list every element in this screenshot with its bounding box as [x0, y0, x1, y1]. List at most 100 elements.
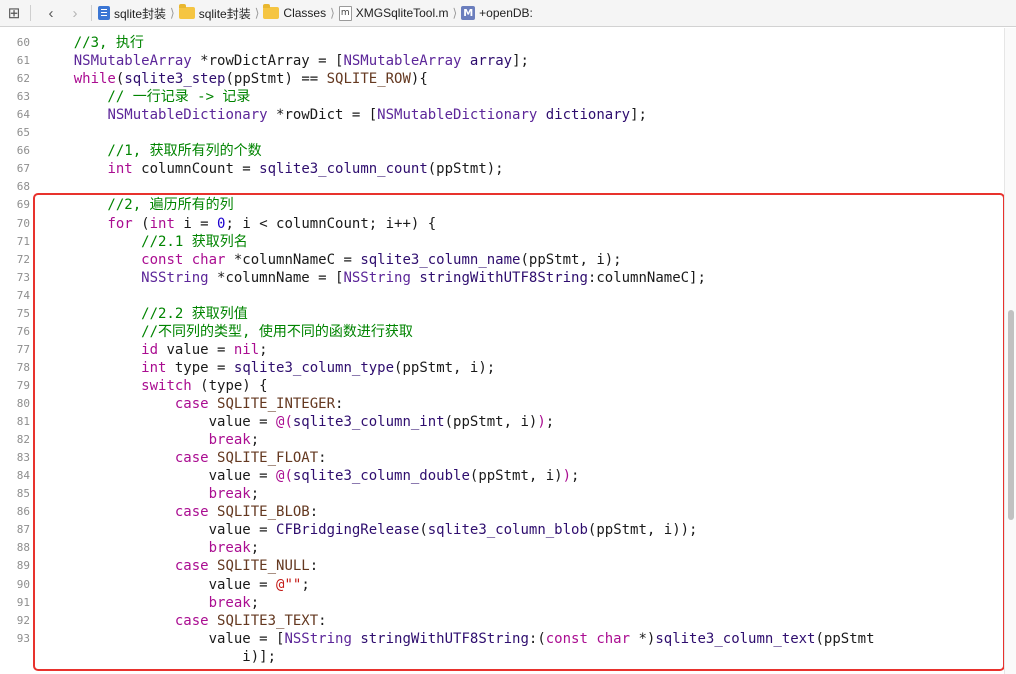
code-token: sqlite3_column_name: [360, 251, 521, 268]
code-line[interactable]: value = @(sqlite3_column_double(ppStmt, …: [40, 467, 580, 485]
code-token: sqlite3_column_type: [233, 359, 395, 376]
code-token: break: [208, 540, 251, 557]
code-token: :(: [528, 630, 546, 647]
objc-file-icon: m: [338, 5, 352, 21]
code-token: NSMutableArray: [343, 53, 462, 70]
code-line[interactable]: id value = nil;: [40, 341, 267, 359]
code-line[interactable]: value = [NSString stringWithUTF8String:(…: [40, 630, 875, 648]
code-token: (ppStmt, i): [444, 414, 538, 431]
code-token: ; i < columnCount; i++) {: [225, 215, 437, 232]
code-token: CFBridgingRelease: [276, 522, 420, 539]
code-line[interactable]: break;: [40, 594, 260, 612]
code-line[interactable]: //2, 遍历所有的列: [40, 196, 233, 214]
code-line[interactable]: case SQLITE_NULL:: [40, 557, 318, 575]
code-token: dictionary: [545, 107, 631, 124]
code-token: //1, 获取所有列的个数: [40, 143, 262, 160]
code-line[interactable]: value = @(sqlite3_column_int(ppStmt, i))…: [40, 413, 555, 431]
code-token: stringWithUTF8String: [360, 630, 529, 647]
breadcrumb-project[interactable]: sqlite封装: [98, 5, 166, 22]
code-line[interactable]: break;: [40, 539, 260, 557]
line-number: 71: [16, 234, 30, 248]
line-number: 92: [16, 613, 30, 627]
back-chevron-icon[interactable]: ‹: [41, 3, 61, 23]
line-number: 90: [16, 577, 30, 591]
code-line[interactable]: int type = sqlite3_column_type(ppStmt, i…: [40, 359, 495, 377]
jump-bar-divider: [30, 5, 31, 21]
code-line[interactable]: const char *columnNameC = sqlite3_column…: [40, 251, 621, 269]
code-line[interactable]: //1, 获取所有列的个数: [40, 142, 262, 160]
code-line[interactable]: case SQLITE_INTEGER:: [40, 395, 344, 413]
vertical-scrollbar[interactable]: [1004, 28, 1016, 674]
code-token: int: [107, 161, 133, 178]
code-line[interactable]: NSString *columnName = [NSString stringW…: [40, 269, 706, 287]
code-token: *columnNameC =: [225, 251, 361, 268]
code-token: ];: [512, 53, 529, 70]
line-number: 77: [16, 342, 30, 356]
code-token: columnCount =: [132, 161, 260, 178]
code-token: sqlite3_column_count: [259, 161, 428, 178]
code-token: (ppStmt);: [427, 161, 504, 178]
code-line[interactable]: value = @"";: [40, 576, 310, 594]
code-line[interactable]: switch (type) {: [40, 377, 268, 395]
code-token: SQLITE_ROW: [326, 71, 411, 88]
code-token: int: [149, 215, 175, 232]
line-number: 89: [16, 559, 30, 573]
code-line[interactable]: case SQLITE_FLOAT:: [40, 449, 327, 467]
code-line[interactable]: NSMutableDictionary *rowDict = [NSMutabl…: [40, 106, 646, 124]
forward-chevron-icon[interactable]: ›: [65, 3, 85, 23]
code-token: (: [132, 215, 150, 232]
code-token: type =: [166, 359, 234, 376]
code-area[interactable]: //3, 执行 NSMutableArray *rowDictArray = […: [40, 28, 1004, 674]
code-line[interactable]: break;: [40, 485, 260, 503]
line-number: 62: [16, 72, 30, 86]
code-token: :: [309, 504, 319, 521]
code-token: value =: [40, 576, 277, 593]
source-editor[interactable]: 60 61 62 63 64 65 66 67 68 69 70 71 72 73 74 75 76 77 78 79…: [0, 28, 1004, 674]
related-items-grid-icon[interactable]: ⊞: [4, 3, 24, 23]
code-token: value =: [40, 522, 277, 539]
code-line[interactable]: for (int i = 0; i < columnCount; i++) {: [40, 215, 436, 233]
code-line[interactable]: while(sqlite3_step(ppStmt) == SQLITE_ROW…: [40, 70, 428, 88]
code-line[interactable]: //不同列的类型, 使用不同的函数进行获取: [40, 323, 413, 341]
scrollbar-thumb[interactable]: [1008, 310, 1014, 520]
line-number: 61: [16, 54, 30, 68]
breadcrumb-group[interactable]: sqlite封装: [178, 4, 251, 22]
code-line[interactable]: case SQLITE3_TEXT:: [40, 612, 327, 630]
code-line[interactable]: case SQLITE_BLOB:: [40, 503, 318, 521]
code-token: :: [309, 558, 319, 575]
code-token: //3, 执行: [40, 35, 144, 51]
code-line[interactable]: NSMutableArray *rowDictArray = [NSMutabl…: [40, 52, 529, 70]
code-token: const char: [545, 630, 631, 647]
code-line[interactable]: break;: [40, 431, 260, 449]
breadcrumb-label: +openDB:: [479, 6, 533, 20]
code-line[interactable]: value = CFBridgingRelease(sqlite3_column…: [40, 521, 698, 539]
line-number: 69: [16, 198, 30, 212]
folder-icon: [178, 4, 195, 19]
code-line[interactable]: //2.2 获取列值: [40, 305, 248, 323]
code-token: (type) {: [191, 377, 268, 394]
code-line[interactable]: //3, 执行: [40, 34, 144, 52]
code-token: sqlite3_column_double: [292, 468, 470, 485]
line-number: 82: [16, 433, 30, 447]
breadcrumb-method[interactable]: M +openDB:: [461, 6, 533, 20]
code-token: :: [318, 450, 327, 467]
code-token: SQLITE_INTEGER: [217, 396, 336, 412]
code-line[interactable]: // 一行记录 -> 记录: [40, 88, 250, 106]
breadcrumb-chevron-icon: ⟩: [330, 6, 335, 20]
line-number: 91: [16, 595, 30, 609]
line-number: 72: [16, 252, 30, 266]
code-line[interactable]: //2.1 获取列名: [40, 233, 248, 251]
code-line[interactable]: int columnCount = sqlite3_column_count(p…: [40, 160, 504, 178]
breadcrumb-classes[interactable]: Classes: [263, 4, 326, 20]
breadcrumb-file[interactable]: m XMGSqliteTool.m: [338, 5, 448, 21]
code-line[interactable]: i)];: [40, 648, 276, 666]
line-number: 75: [16, 306, 30, 320]
code-token: SQLITE_NULL: [217, 558, 310, 575]
code-token: // 一行记录 -> 记录: [40, 89, 251, 106]
line-number: 73: [16, 270, 30, 284]
